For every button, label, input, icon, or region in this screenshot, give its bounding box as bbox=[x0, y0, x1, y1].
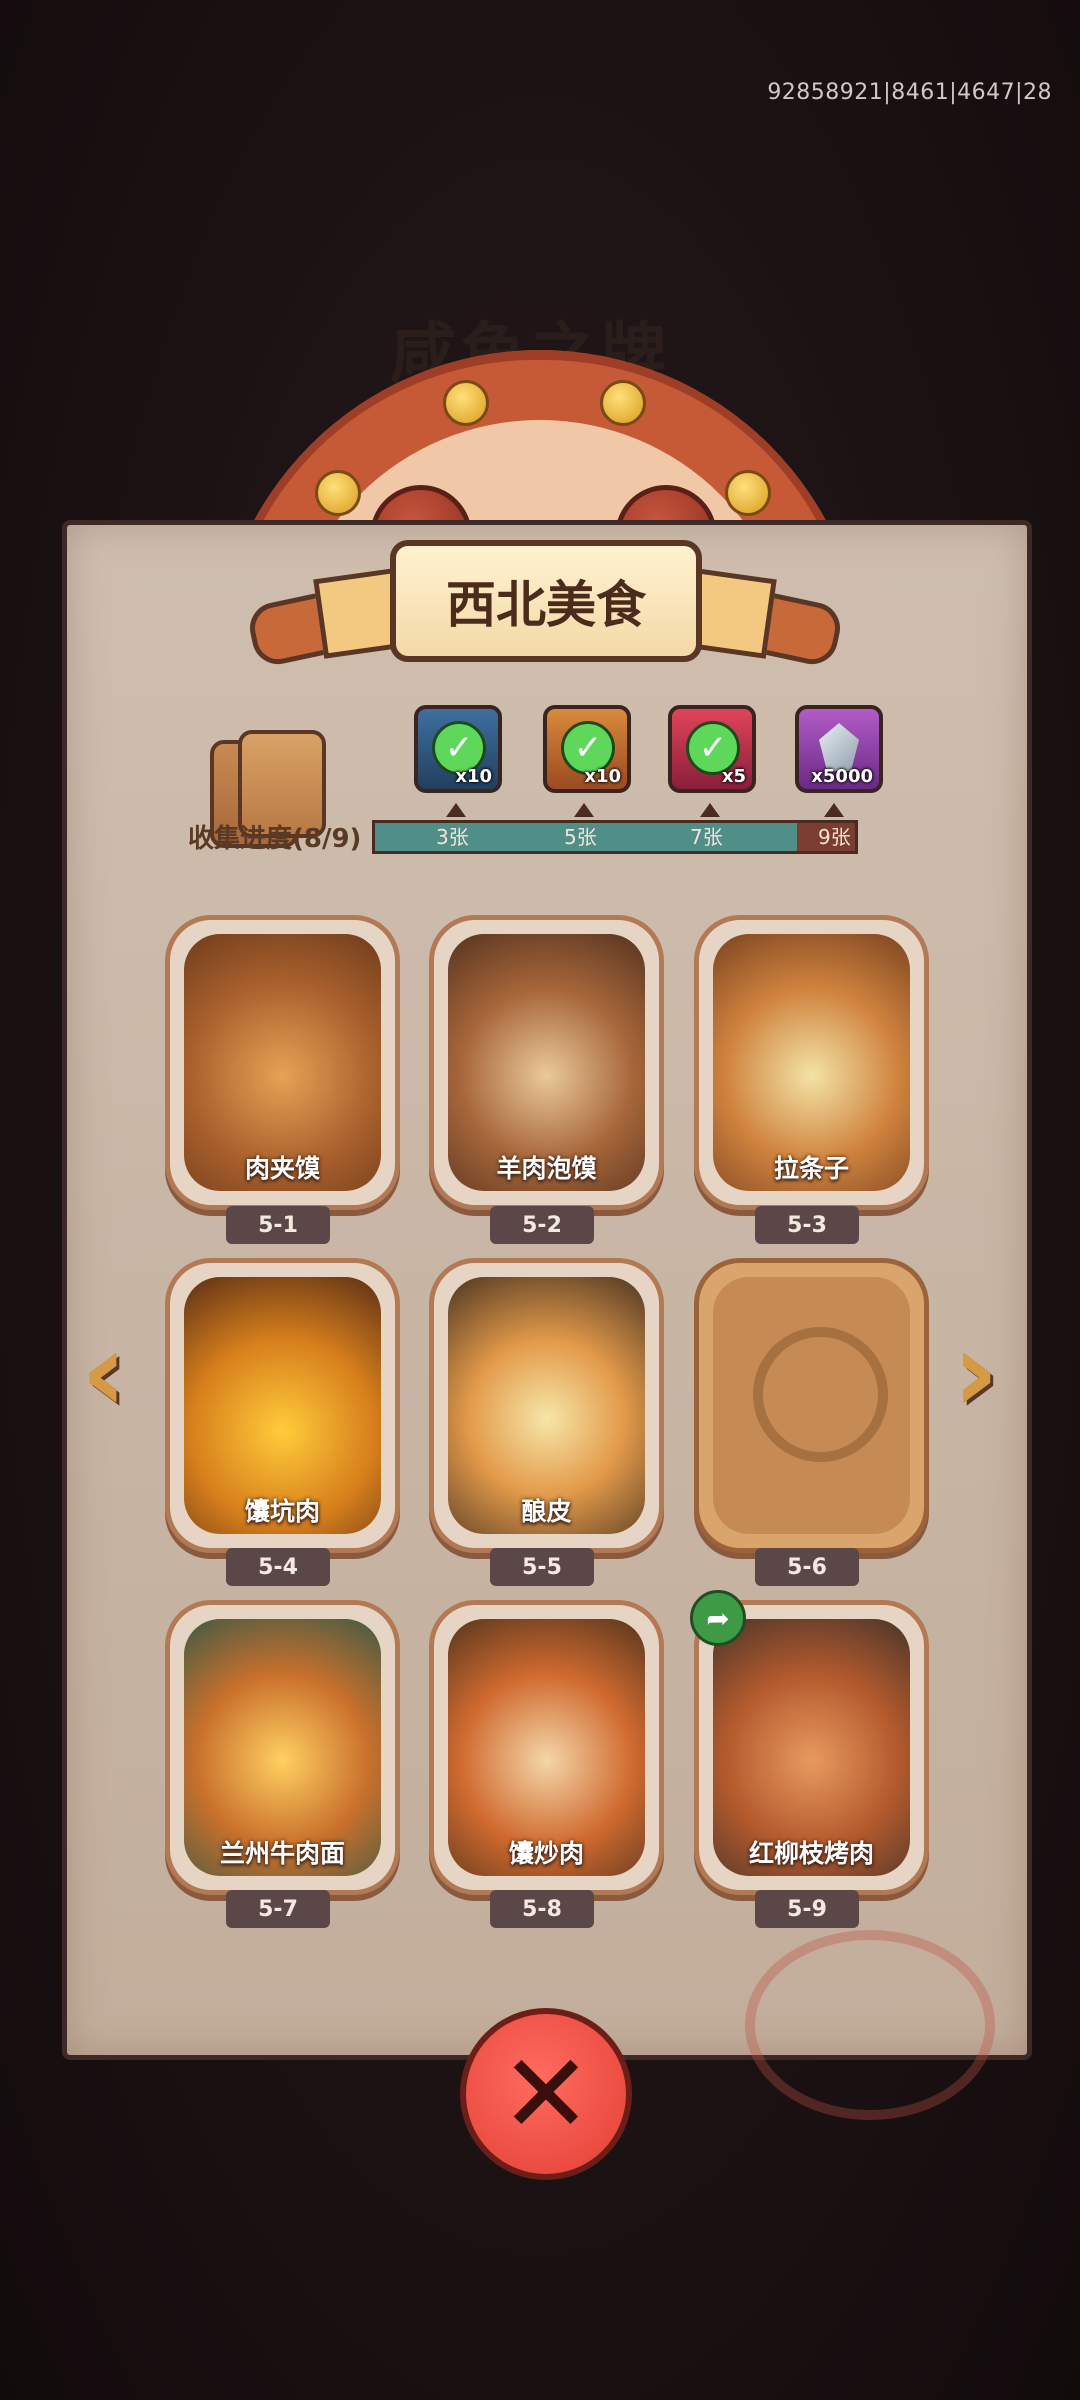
reward-quantity: x5000 bbox=[811, 766, 873, 787]
reward-silver-crystal[interactable]: x5000 bbox=[795, 705, 883, 793]
seal-stamp bbox=[745, 1930, 995, 2120]
dish-card-locked[interactable] bbox=[694, 1258, 929, 1553]
dish-card[interactable]: 兰州牛肉面 bbox=[165, 1600, 400, 1895]
dish-name: 酿皮 bbox=[521, 1497, 572, 1526]
dish-id-tag: 5-7 bbox=[226, 1890, 330, 1928]
close-button[interactable]: ✕ bbox=[460, 2008, 632, 2180]
stud-icon bbox=[315, 470, 361, 516]
previous-page-arrow-icon[interactable]: ‹ bbox=[72, 1317, 136, 1427]
silver-crystal-icon bbox=[819, 723, 859, 771]
share-icon[interactable]: ➦ bbox=[690, 1590, 746, 1646]
milestone-marker bbox=[574, 803, 594, 817]
locked-placeholder bbox=[713, 1277, 910, 1534]
dish-id-tag: 5-9 bbox=[755, 1890, 859, 1928]
milestone-label: 5张 bbox=[564, 825, 597, 849]
reward-purple-orb[interactable]: ✓ x5 bbox=[668, 705, 756, 793]
dish-name: 馕炒肉 bbox=[508, 1839, 584, 1868]
milestone-label: 3张 bbox=[436, 825, 469, 849]
reward-treasure-chest[interactable]: ✓ x10 bbox=[414, 705, 502, 793]
dish-card[interactable]: 拉条子 bbox=[694, 915, 929, 1210]
milestone-marker bbox=[700, 803, 720, 817]
dish-id-tag: 5-8 bbox=[490, 1890, 594, 1928]
device-id-text: 92858921|8461|4647|28 bbox=[767, 80, 1052, 105]
stud-icon bbox=[725, 470, 771, 516]
dish-name: 拉条子 bbox=[773, 1154, 849, 1183]
reward-quantity: x10 bbox=[455, 766, 492, 787]
reward-quantity: x5 bbox=[721, 766, 746, 787]
reward-quantity: x10 bbox=[584, 766, 621, 787]
dish-name: 兰州牛肉面 bbox=[219, 1839, 345, 1868]
dish-card[interactable]: 馕坑肉 bbox=[165, 1258, 400, 1553]
dish-card[interactable]: 肉夹馍 bbox=[165, 915, 400, 1210]
page-title: 西北美食 bbox=[390, 540, 702, 662]
dish-name: 羊肉泡馍 bbox=[496, 1154, 597, 1183]
dish-name: 红柳枝烤肉 bbox=[748, 1839, 874, 1868]
next-page-arrow-icon[interactable]: › bbox=[944, 1317, 1008, 1427]
dish-card[interactable]: 羊肉泡馍 bbox=[429, 915, 664, 1210]
dish-id-tag: 5-4 bbox=[226, 1548, 330, 1586]
milestone-marker bbox=[824, 803, 844, 817]
dish-name: 肉夹馍 bbox=[244, 1154, 320, 1183]
dish-id-tag: 5-3 bbox=[755, 1206, 859, 1244]
milestone-label: 7张 bbox=[690, 825, 723, 849]
dish-card[interactable]: 红柳枝烤肉 bbox=[694, 1600, 929, 1895]
smiley-icon bbox=[753, 1327, 888, 1462]
dish-name: 馕坑肉 bbox=[244, 1497, 320, 1526]
reward-key[interactable]: ✓ x10 bbox=[543, 705, 631, 793]
dish-card[interactable]: 馕炒肉 bbox=[429, 1600, 664, 1895]
dish-id-tag: 5-1 bbox=[226, 1206, 330, 1244]
milestone-label: 9张 bbox=[818, 825, 851, 849]
dish-id-tag: 5-6 bbox=[755, 1548, 859, 1586]
collection-progress-label: 收集进度(8/9) bbox=[188, 824, 362, 854]
dish-id-tag: 5-2 bbox=[490, 1206, 594, 1244]
stud-icon bbox=[600, 380, 646, 426]
dish-id-tag: 5-5 bbox=[490, 1548, 594, 1586]
milestone-marker bbox=[446, 803, 466, 817]
stud-icon bbox=[443, 380, 489, 426]
dish-card[interactable]: 酿皮 bbox=[429, 1258, 664, 1553]
